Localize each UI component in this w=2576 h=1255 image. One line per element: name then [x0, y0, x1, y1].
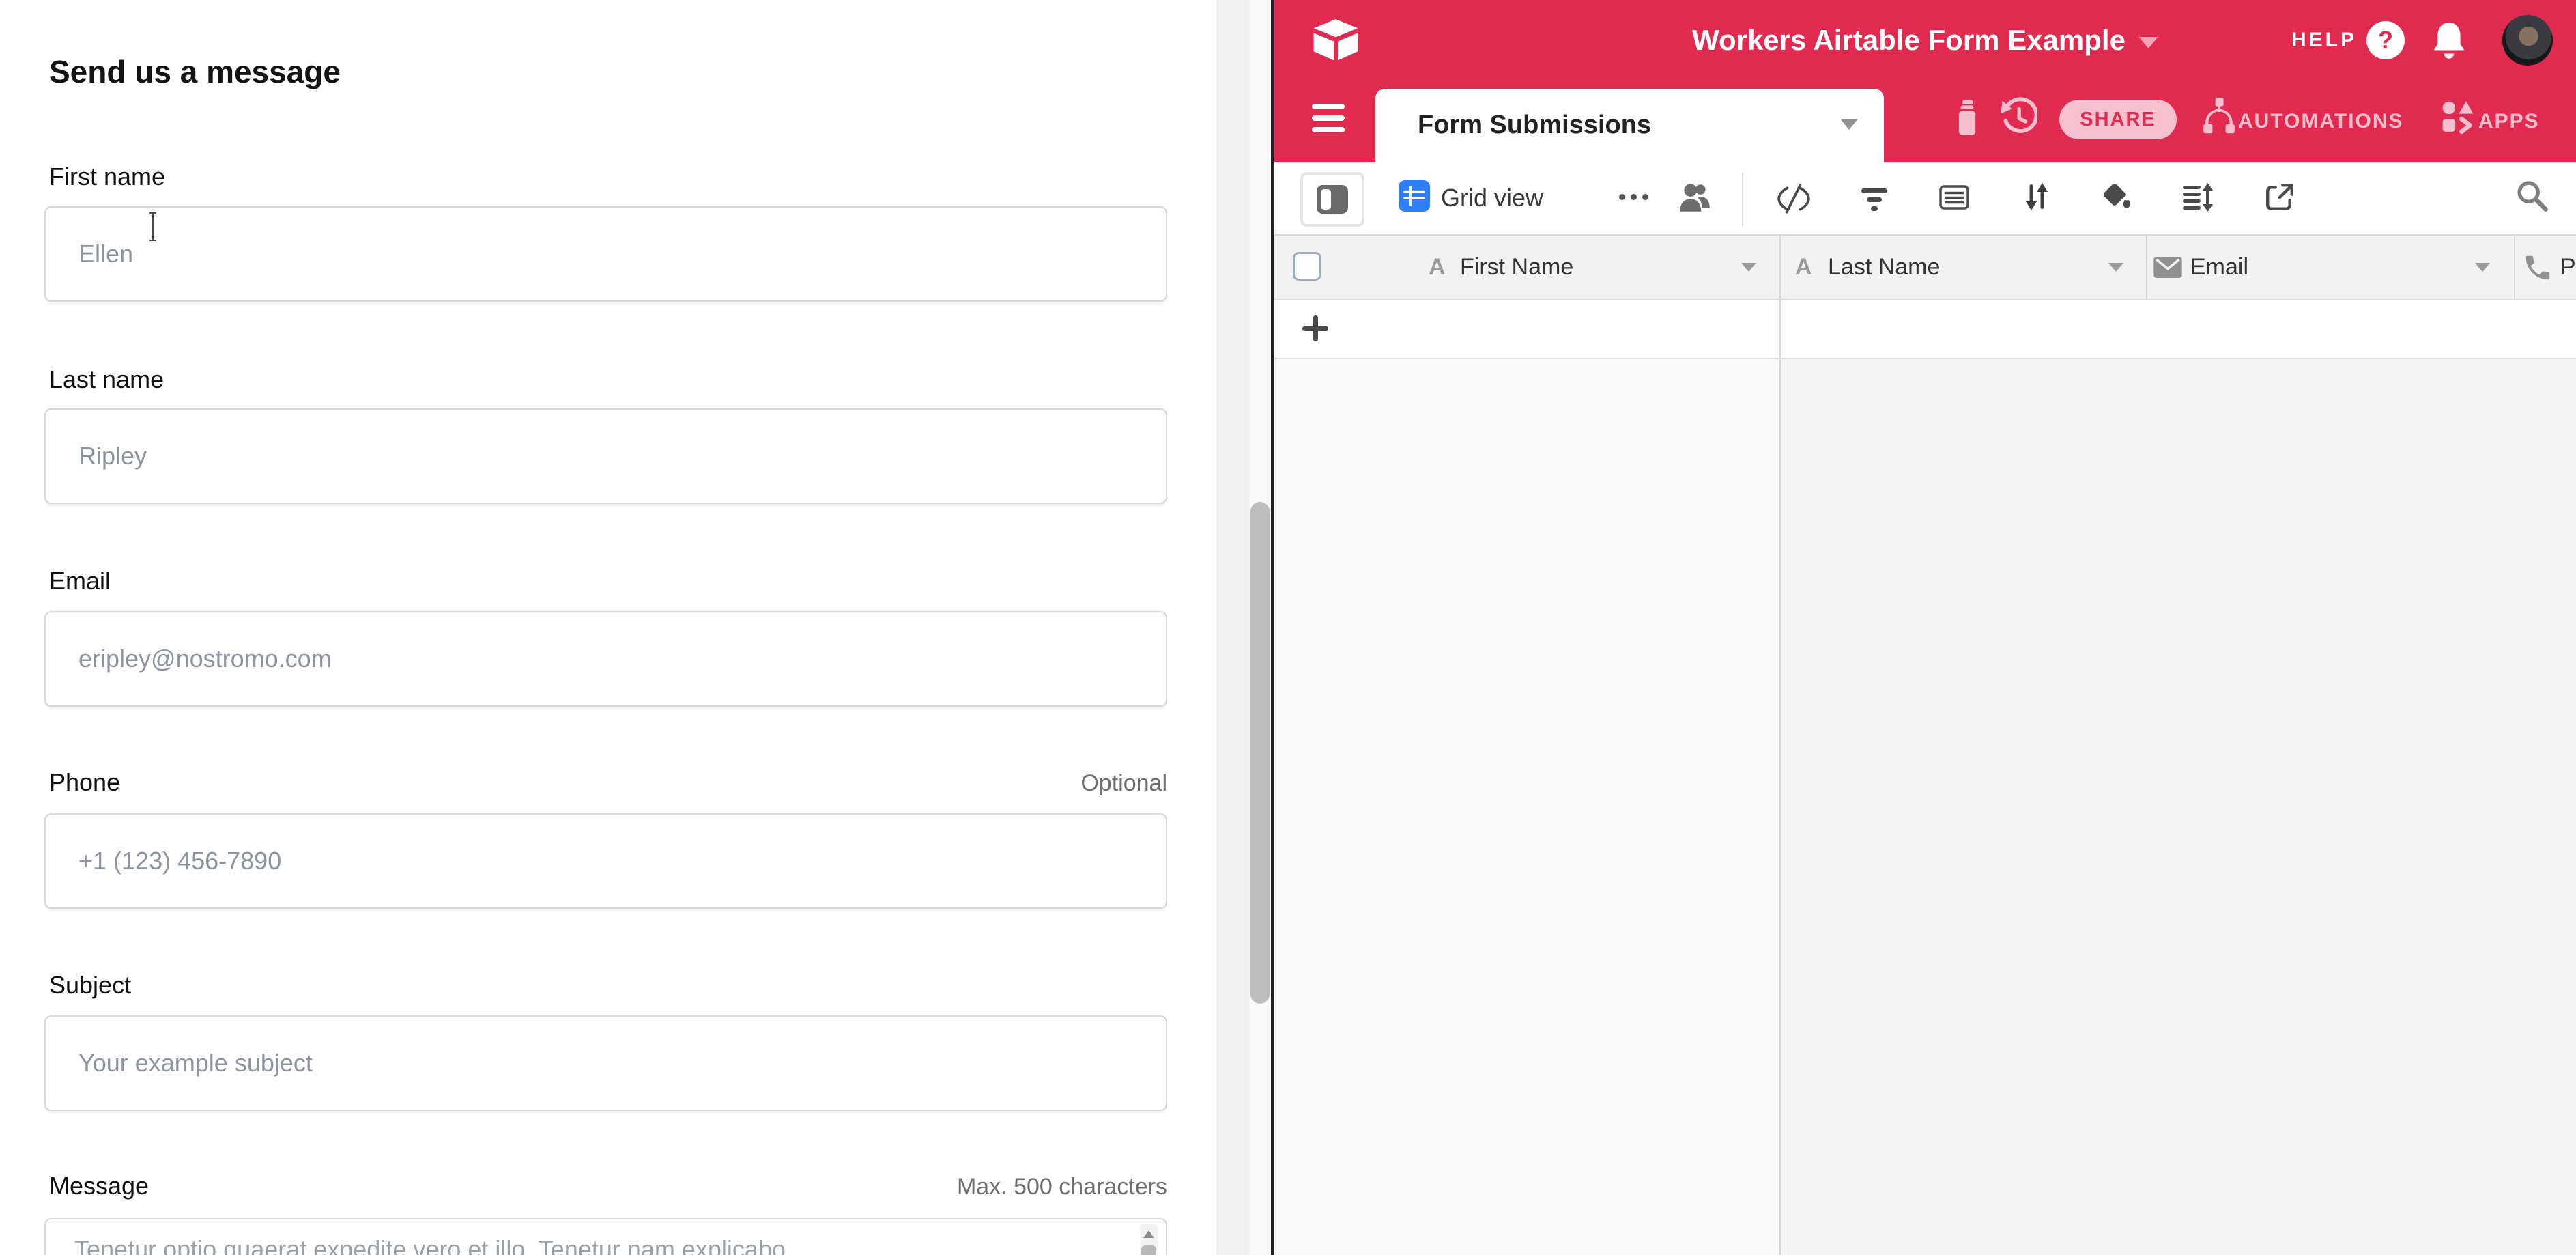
notifications-bell-icon[interactable] — [2431, 20, 2467, 60]
view-name[interactable]: Grid view — [1441, 162, 1543, 234]
row-height-icon[interactable] — [2181, 182, 2214, 213]
column-header-email[interactable]: Email — [2190, 236, 2248, 299]
add-record-row[interactable] — [1274, 300, 2576, 359]
chevron-down-icon — [2139, 37, 2158, 48]
column-divider — [2514, 236, 2515, 299]
grid-view-icon[interactable] — [1399, 180, 1430, 212]
page-scrollbar-gutter — [1216, 0, 1271, 1255]
grid-empty-area — [1781, 359, 2576, 1255]
search-icon[interactable] — [2514, 178, 2549, 213]
column-header-phone[interactable]: P — [2560, 236, 2576, 299]
chevron-down-icon[interactable] — [2475, 263, 2490, 272]
help-button[interactable]: HELP — [2291, 0, 2357, 81]
chevron-down-icon[interactable] — [2108, 263, 2123, 272]
color-icon[interactable] — [2100, 180, 2133, 213]
share-label: SHARE — [2080, 109, 2156, 131]
subject-input[interactable] — [44, 1015, 1167, 1111]
text-field-icon: A — [1429, 236, 1446, 299]
phone-optional-hint: Optional — [1081, 770, 1167, 797]
text-field-icon: A — [1795, 236, 1812, 299]
phone-input[interactable] — [44, 813, 1167, 909]
message-textarea[interactable]: Tenetur optio quaerat expedite vero et i… — [44, 1218, 1167, 1255]
collaborators-icon[interactable] — [1677, 180, 1714, 214]
column-header-first-name[interactable]: First Name — [1460, 236, 1573, 299]
toggle-view-sidebar-button[interactable] — [1300, 172, 1364, 227]
email-label: Email — [44, 567, 111, 595]
text-cursor-icon — [147, 212, 158, 245]
email-field-icon — [2153, 257, 2182, 278]
share-view-icon[interactable] — [2264, 182, 2295, 213]
apps-icon[interactable] — [2442, 100, 2474, 134]
first-name-input[interactable] — [44, 206, 1167, 302]
base-title-dropdown[interactable]: Workers Airtable Form Example — [1692, 0, 2158, 81]
toolbar-divider — [1742, 173, 1743, 226]
table-name: Form Submissions — [1418, 111, 1651, 140]
message-scrollbar-thumb[interactable] — [1141, 1245, 1156, 1255]
column-divider — [2146, 236, 2147, 299]
last-name-label: Last name — [44, 365, 164, 394]
contact-form-pane: Send us a message First name Last name E… — [0, 0, 1216, 1255]
view-more-icon[interactable] — [1619, 194, 1648, 200]
page-scrollbar-thumb[interactable] — [1250, 502, 1270, 1004]
form-title: Send us a message — [49, 53, 341, 90]
airtable-logo-icon[interactable] — [1311, 15, 1361, 66]
scroll-up-arrow-icon[interactable] — [1140, 1225, 1158, 1243]
grid-empty-area-primary — [1274, 359, 1779, 1255]
airtable-topbar: Workers Airtable Form Example HELP ? — [1274, 0, 2576, 81]
table-tab-form-submissions[interactable]: Form Submissions — [1375, 89, 1884, 162]
trash-icon[interactable] — [1951, 98, 1983, 137]
group-icon[interactable] — [1938, 182, 1971, 213]
history-icon[interactable] — [1999, 97, 2037, 137]
filter-icon[interactable] — [1859, 186, 1890, 214]
phone-label: Phone — [44, 768, 120, 797]
automations-icon[interactable] — [2203, 97, 2235, 135]
message-scrollbar[interactable] — [1140, 1224, 1158, 1255]
airtable-window: Workers Airtable Form Example HELP ? For… — [1274, 0, 2576, 1255]
last-name-input[interactable] — [44, 408, 1167, 504]
phone-field-icon — [2522, 252, 2553, 283]
email-input[interactable] — [44, 611, 1167, 707]
message-label: Message — [44, 1172, 149, 1200]
hide-fields-icon[interactable] — [1777, 182, 1811, 216]
sidebar-panel-icon — [1317, 185, 1348, 214]
message-placeholder-text: Tenetur optio quaerat expedite vero et i… — [74, 1233, 1112, 1255]
column-header-last-name[interactable]: Last Name — [1828, 236, 1940, 299]
subject-label: Subject — [44, 971, 131, 1000]
help-question-icon[interactable]: ? — [2366, 21, 2405, 59]
menu-hamburger-icon[interactable] — [1312, 104, 1345, 139]
share-button[interactable]: SHARE — [2059, 100, 2177, 139]
select-all-checkbox[interactable] — [1293, 252, 1321, 281]
apps-label[interactable]: APPS — [2478, 81, 2540, 162]
automations-label[interactable]: AUTOMATIONS — [2238, 81, 2404, 162]
user-avatar[interactable] — [2502, 15, 2553, 66]
message-maxchars-hint: Max. 500 characters — [957, 1174, 1167, 1200]
chevron-down-icon[interactable] — [1741, 263, 1756, 272]
add-record-plus-icon[interactable] — [1302, 315, 1328, 341]
first-name-label: First name — [44, 163, 165, 191]
grid-header-row: A First Name A Last Name Email P — [1274, 236, 2576, 300]
sort-icon[interactable] — [2021, 180, 2052, 213]
base-title: Workers Airtable Form Example — [1692, 24, 2126, 57]
screenshot-root: Send us a message First name Last name E… — [0, 0, 2576, 1255]
primary-column-divider — [1779, 236, 1781, 1255]
chevron-down-icon[interactable] — [1840, 119, 1858, 130]
